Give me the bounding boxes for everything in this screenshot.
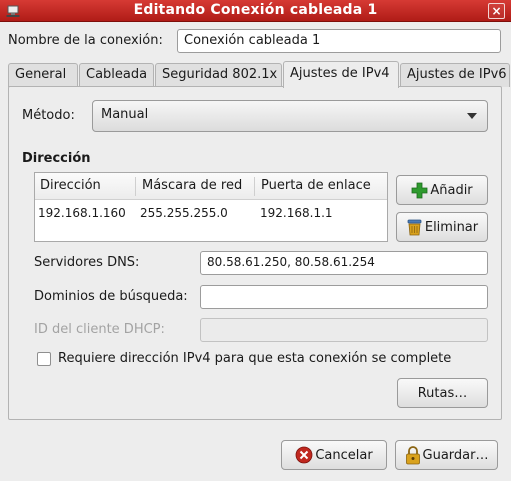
save-button[interactable]: Guardar… — [395, 440, 498, 470]
cell-address: 192.168.1.160 — [38, 206, 126, 220]
address-table[interactable]: Dirección Máscara de red Puerta de enlac… — [34, 172, 388, 242]
tab-ipv4-settings[interactable]: Ajustes de IPv4 — [283, 61, 399, 88]
title-bar: Editando Conexión cableada 1 × — [0, 0, 511, 22]
cancel-icon — [295, 446, 313, 464]
tab-ipv6-settings[interactable]: Ajustes de IPv6 — [400, 63, 510, 87]
cell-gateway: 192.168.1.1 — [260, 206, 333, 220]
delete-address-label: Eliminar — [424, 219, 479, 235]
column-header-gateway[interactable]: Puerta de enlace — [261, 178, 371, 193]
method-select[interactable]: Manual — [92, 100, 488, 132]
dhcp-client-id-input — [200, 318, 488, 342]
close-button[interactable]: × — [488, 3, 505, 19]
routes-label: Rutas… — [417, 385, 468, 401]
add-address-button[interactable]: Añadir — [396, 175, 488, 205]
routes-button[interactable]: Rutas… — [397, 378, 488, 408]
cell-netmask: 255.255.255.0 — [140, 206, 228, 220]
addresses-section-title: Dirección — [22, 151, 91, 166]
dns-servers-label: Servidores DNS: — [34, 255, 140, 270]
save-label: Guardar… — [422, 447, 489, 463]
column-header-netmask[interactable]: Máscara de red — [142, 178, 242, 193]
require-ipv4-label[interactable]: Requiere dirección IPv4 para que esta co… — [58, 351, 451, 366]
column-separator — [135, 177, 136, 196]
require-ipv4-checkbox[interactable] — [37, 352, 51, 366]
address-table-header: Dirección Máscara de red Puerta de enlac… — [35, 173, 387, 200]
plus-icon — [411, 182, 428, 198]
window-title: Editando Conexión cableada 1 — [133, 2, 378, 18]
tab-general[interactable]: General — [8, 63, 78, 87]
add-address-label: Añadir — [430, 182, 473, 198]
search-domains-label: Dominios de búsqueda: — [34, 289, 188, 304]
method-selected-value: Manual — [101, 107, 149, 122]
delete-address-button[interactable]: Eliminar — [396, 212, 488, 242]
lock-icon — [405, 445, 420, 464]
method-label: Método: — [22, 108, 75, 123]
column-separator — [254, 177, 255, 196]
dns-servers-input[interactable]: 80.58.61.250, 80.58.61.254 — [200, 251, 488, 275]
dropdown-arrow-icon — [467, 113, 477, 119]
tab-security-8021x[interactable]: Seguridad 802.1x — [155, 63, 282, 87]
column-header-address[interactable]: Dirección — [40, 178, 101, 193]
cancel-label: Cancelar — [315, 447, 373, 463]
trash-icon — [407, 219, 422, 236]
connection-name-label: Nombre de la conexión: — [8, 33, 163, 48]
cancel-button[interactable]: Cancelar — [281, 440, 387, 470]
search-domains-input[interactable] — [200, 285, 488, 309]
dhcp-client-id-label: ID del cliente DHCP: — [34, 322, 165, 337]
tab-wired[interactable]: Cableada — [79, 63, 154, 87]
connection-name-input[interactable]: Conexión cableada 1 — [177, 29, 501, 53]
